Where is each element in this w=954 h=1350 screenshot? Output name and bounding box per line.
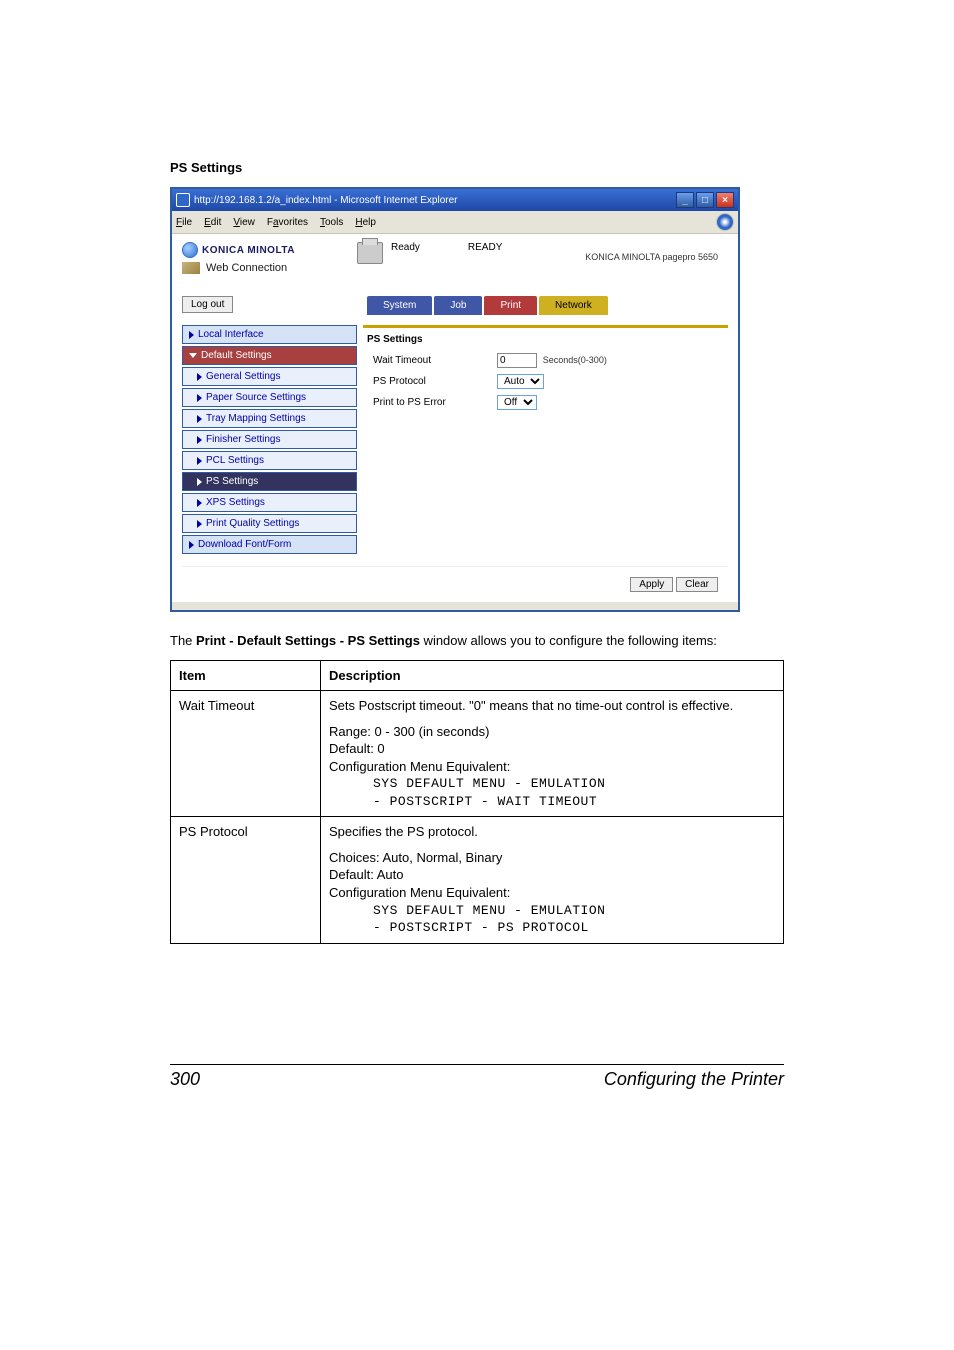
- window-title: http://192.168.1.2/a_index.html - Micros…: [194, 195, 457, 206]
- wait-timeout-suffix: Seconds(0-300): [543, 355, 607, 365]
- table-row: PS Protocol Specifies the PS protocol. C…: [171, 817, 784, 943]
- wait-timeout-label: Wait Timeout: [367, 355, 497, 366]
- tab-system[interactable]: System: [367, 296, 432, 315]
- table-row: Wait Timeout Sets Postscript timeout. "0…: [171, 691, 784, 817]
- clear-button[interactable]: [676, 577, 718, 592]
- sidebar-item-finisher[interactable]: Finisher Settings: [182, 430, 357, 449]
- window-buttons: _ □ ×: [676, 192, 734, 208]
- menubar: File Edit View Favorites Tools Help: [172, 211, 738, 234]
- browser-window: http://192.168.1.2/a_index.html - Micros…: [170, 187, 740, 612]
- print-ps-error-select[interactable]: Off: [497, 395, 537, 410]
- ps-protocol-label: PS Protocol: [367, 376, 497, 387]
- ie-logo-icon: [716, 213, 734, 231]
- chevron-right-icon: [197, 478, 202, 486]
- web-connection-label: Web Connection: [206, 262, 287, 274]
- chevron-right-icon: [189, 541, 194, 549]
- menu-edit[interactable]: Edit: [204, 217, 221, 228]
- cell-desc: Specifies the PS protocol. Choices: Auto…: [321, 817, 784, 943]
- footer-title: Configuring the Printer: [604, 1069, 784, 1090]
- wait-timeout-input[interactable]: [497, 353, 537, 368]
- cell-item: PS Protocol: [171, 817, 321, 943]
- tab-print[interactable]: Print: [484, 296, 537, 315]
- apply-button[interactable]: [630, 577, 673, 592]
- close-button[interactable]: ×: [716, 192, 734, 208]
- menu-view[interactable]: View: [233, 217, 255, 228]
- sidebar-item-tray-mapping[interactable]: Tray Mapping Settings: [182, 409, 357, 428]
- tab-network[interactable]: Network: [539, 296, 608, 315]
- menu-help[interactable]: Help: [355, 217, 376, 228]
- page-number: 300: [170, 1069, 200, 1090]
- sidebar-item-general[interactable]: General Settings: [182, 367, 357, 386]
- ps-protocol-select[interactable]: Auto: [497, 374, 544, 389]
- printer-status-icon: [357, 242, 383, 264]
- status-short: Ready: [391, 242, 420, 253]
- cell-desc: Sets Postscript timeout. "0" means that …: [321, 691, 784, 817]
- th-desc: Description: [321, 660, 784, 691]
- cell-item: Wait Timeout: [171, 691, 321, 817]
- chevron-right-icon: [197, 394, 202, 402]
- maximize-button[interactable]: □: [696, 192, 714, 208]
- menu-file[interactable]: File: [176, 217, 192, 228]
- th-item: Item: [171, 660, 321, 691]
- chevron-right-icon: [189, 331, 194, 339]
- sidebar-item-ps[interactable]: PS Settings: [182, 472, 357, 491]
- sidebar-item-local-interface[interactable]: Local Interface: [182, 325, 357, 344]
- settings-panel: PS Settings Wait Timeout Seconds(0-300) …: [363, 325, 728, 556]
- logout-button[interactable]: Log out: [182, 296, 233, 313]
- ie-page-icon: [176, 193, 190, 207]
- menu-tools[interactable]: Tools: [320, 217, 343, 228]
- chevron-right-icon: [197, 520, 202, 528]
- printer-model: KONICA MINOLTA pagepro 5650: [585, 252, 718, 262]
- settings-table: Item Description Wait Timeout Sets Posts…: [170, 660, 784, 944]
- tab-job[interactable]: Job: [434, 296, 482, 315]
- menu-favorites[interactable]: Favorites: [267, 217, 308, 228]
- sidebar-item-download[interactable]: Download Font/Form: [182, 535, 357, 554]
- chevron-right-icon: [197, 373, 202, 381]
- sidebar-item-pcl[interactable]: PCL Settings: [182, 451, 357, 470]
- chevron-right-icon: [197, 436, 202, 444]
- chevron-right-icon: [197, 499, 202, 507]
- sidebar-item-print-quality[interactable]: Print Quality Settings: [182, 514, 357, 533]
- tabs: System Job Print Network: [367, 296, 728, 315]
- section-heading: PS Settings: [170, 160, 784, 175]
- sidebar: Local Interface Default Settings General…: [182, 325, 357, 556]
- print-ps-error-label: Print to PS Error: [367, 397, 497, 408]
- intro-text: The Print - Default Settings - PS Settin…: [170, 632, 784, 650]
- panel-buttons: [182, 566, 728, 602]
- pagescope-icon: [182, 262, 200, 274]
- km-globe-icon: [182, 242, 198, 258]
- sidebar-item-paper-source[interactable]: Paper Source Settings: [182, 388, 357, 407]
- chevron-right-icon: [197, 415, 202, 423]
- minimize-button[interactable]: _: [676, 192, 694, 208]
- chevron-right-icon: [197, 457, 202, 465]
- brand-label: KONICA MINOLTA: [202, 245, 295, 256]
- status-big: READY: [468, 242, 502, 253]
- page-footer: 300 Configuring the Printer: [170, 1064, 784, 1090]
- sidebar-item-xps[interactable]: XPS Settings: [182, 493, 357, 512]
- sidebar-item-default-settings[interactable]: Default Settings: [182, 346, 357, 365]
- panel-title: PS Settings: [367, 334, 724, 345]
- chevron-down-icon: [189, 353, 197, 358]
- titlebar: http://192.168.1.2/a_index.html - Micros…: [172, 189, 738, 211]
